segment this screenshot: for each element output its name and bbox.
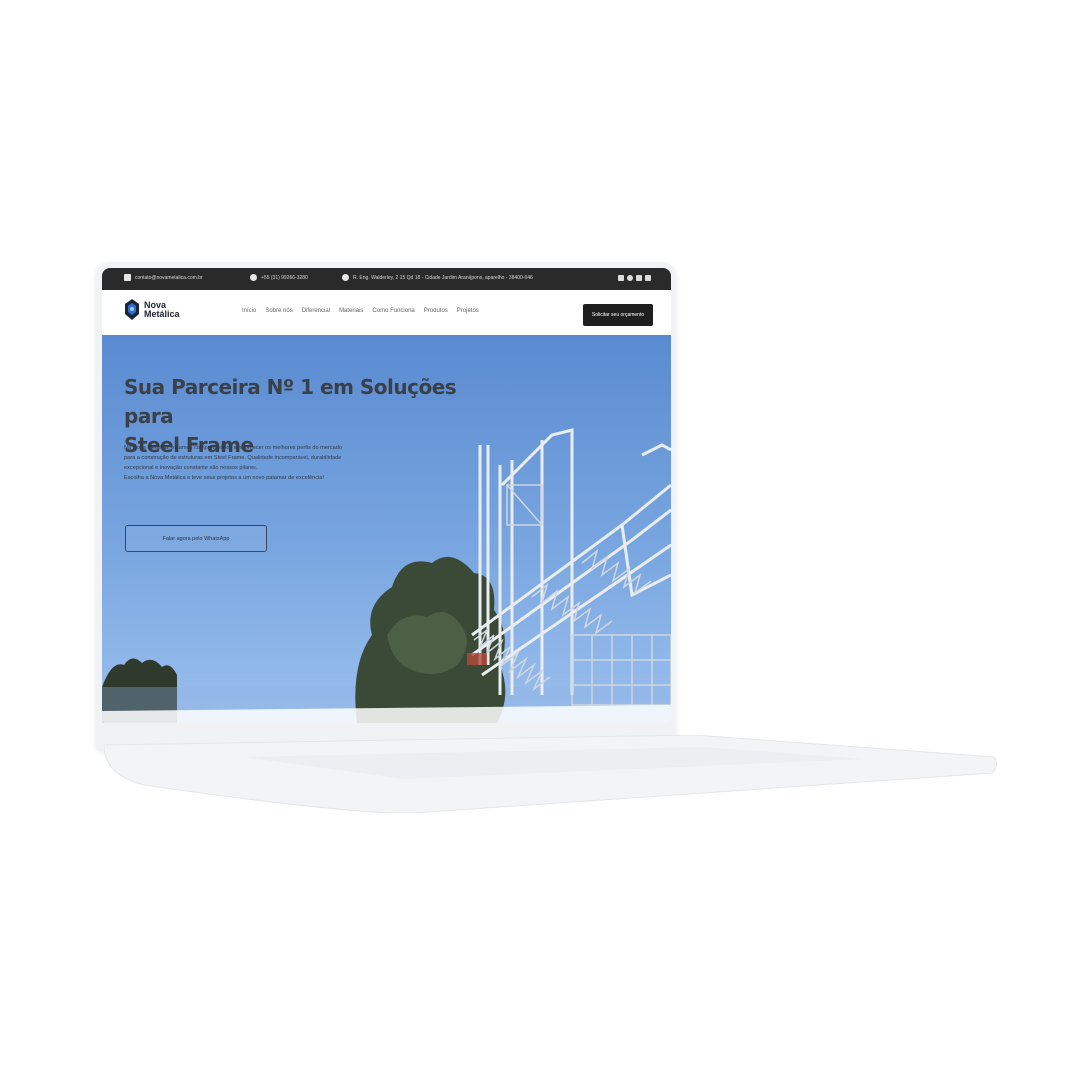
social-links	[618, 275, 651, 281]
hero-paragraph-line4: Escolha a Nova Metálica e leve seus proj…	[124, 475, 324, 481]
hero-paragraph-line1: Na Nova Metálica, estamos comprometidos …	[124, 445, 342, 451]
nav-link-sobre-nos[interactable]: Sobre nós	[265, 308, 292, 314]
hero-paragraph-line2: para a construção de estruturas em Steel…	[124, 455, 342, 461]
nav-link-diferencial[interactable]: Diferencial	[302, 308, 330, 314]
laptop-screen: contato@novametalica.com.br +55 (31) 992…	[102, 268, 671, 723]
hero-title-line1: Sua Parceira Nº 1 em Soluções para	[124, 375, 457, 428]
logo-mark-icon	[125, 299, 139, 320]
email-text: contato@novametalica.com.br	[135, 274, 203, 281]
mail-icon	[124, 274, 131, 281]
phone-contact[interactable]: +55 (31) 99266-3280	[250, 274, 308, 281]
nav-link-produtos[interactable]: Produtos	[424, 308, 448, 314]
instagram-icon[interactable]	[618, 275, 624, 281]
hero-paragraph-line3: excepcional e inovação constante são nos…	[124, 465, 258, 471]
facebook-icon[interactable]	[627, 275, 633, 281]
location-pin-icon	[342, 274, 349, 281]
linkedin-icon[interactable]	[645, 275, 651, 281]
laptop-base	[104, 735, 998, 813]
hero-section: Sua Parceira Nº 1 em Soluções para Steel…	[102, 335, 671, 723]
top-info-bar: contato@novametalica.com.br +55 (31) 992…	[102, 268, 671, 290]
hero-paragraph: Na Nova Metálica, estamos comprometidos …	[124, 443, 454, 483]
main-nav: Nova Metálica Início Sobre nós Diferenci…	[102, 290, 671, 336]
email-contact[interactable]: contato@novametalica.com.br	[124, 274, 203, 281]
address-contact[interactable]: R. Eng. Walderley, 2 15 Qd 18 - Cidade J…	[342, 274, 533, 281]
address-text: R. Eng. Walderley, 2 15 Qd 18 - Cidade J…	[353, 274, 533, 281]
quote-request-button[interactable]: Solicitar seu orçamento	[583, 304, 653, 326]
brand-logo[interactable]: Nova Metálica	[124, 298, 180, 322]
nav-link-inicio[interactable]: Início	[242, 308, 256, 314]
nav-link-como-funciona[interactable]: Como Funciona	[372, 308, 414, 314]
nav-links: Início Sobre nós Diferencial Materiais C…	[242, 308, 479, 314]
whatsapp-button[interactable]: Falar agora pelo WhatsApp	[125, 525, 267, 552]
nav-link-materiais[interactable]: Materiais	[339, 308, 363, 314]
youtube-icon[interactable]	[636, 275, 642, 281]
phone-icon	[250, 274, 257, 281]
nav-link-projetos[interactable]: Projetos	[457, 308, 479, 314]
brand-name-line2: Metálica	[144, 309, 180, 319]
phone-text: +55 (31) 99266-3280	[261, 274, 308, 281]
brand-name: Nova Metálica	[144, 301, 180, 319]
